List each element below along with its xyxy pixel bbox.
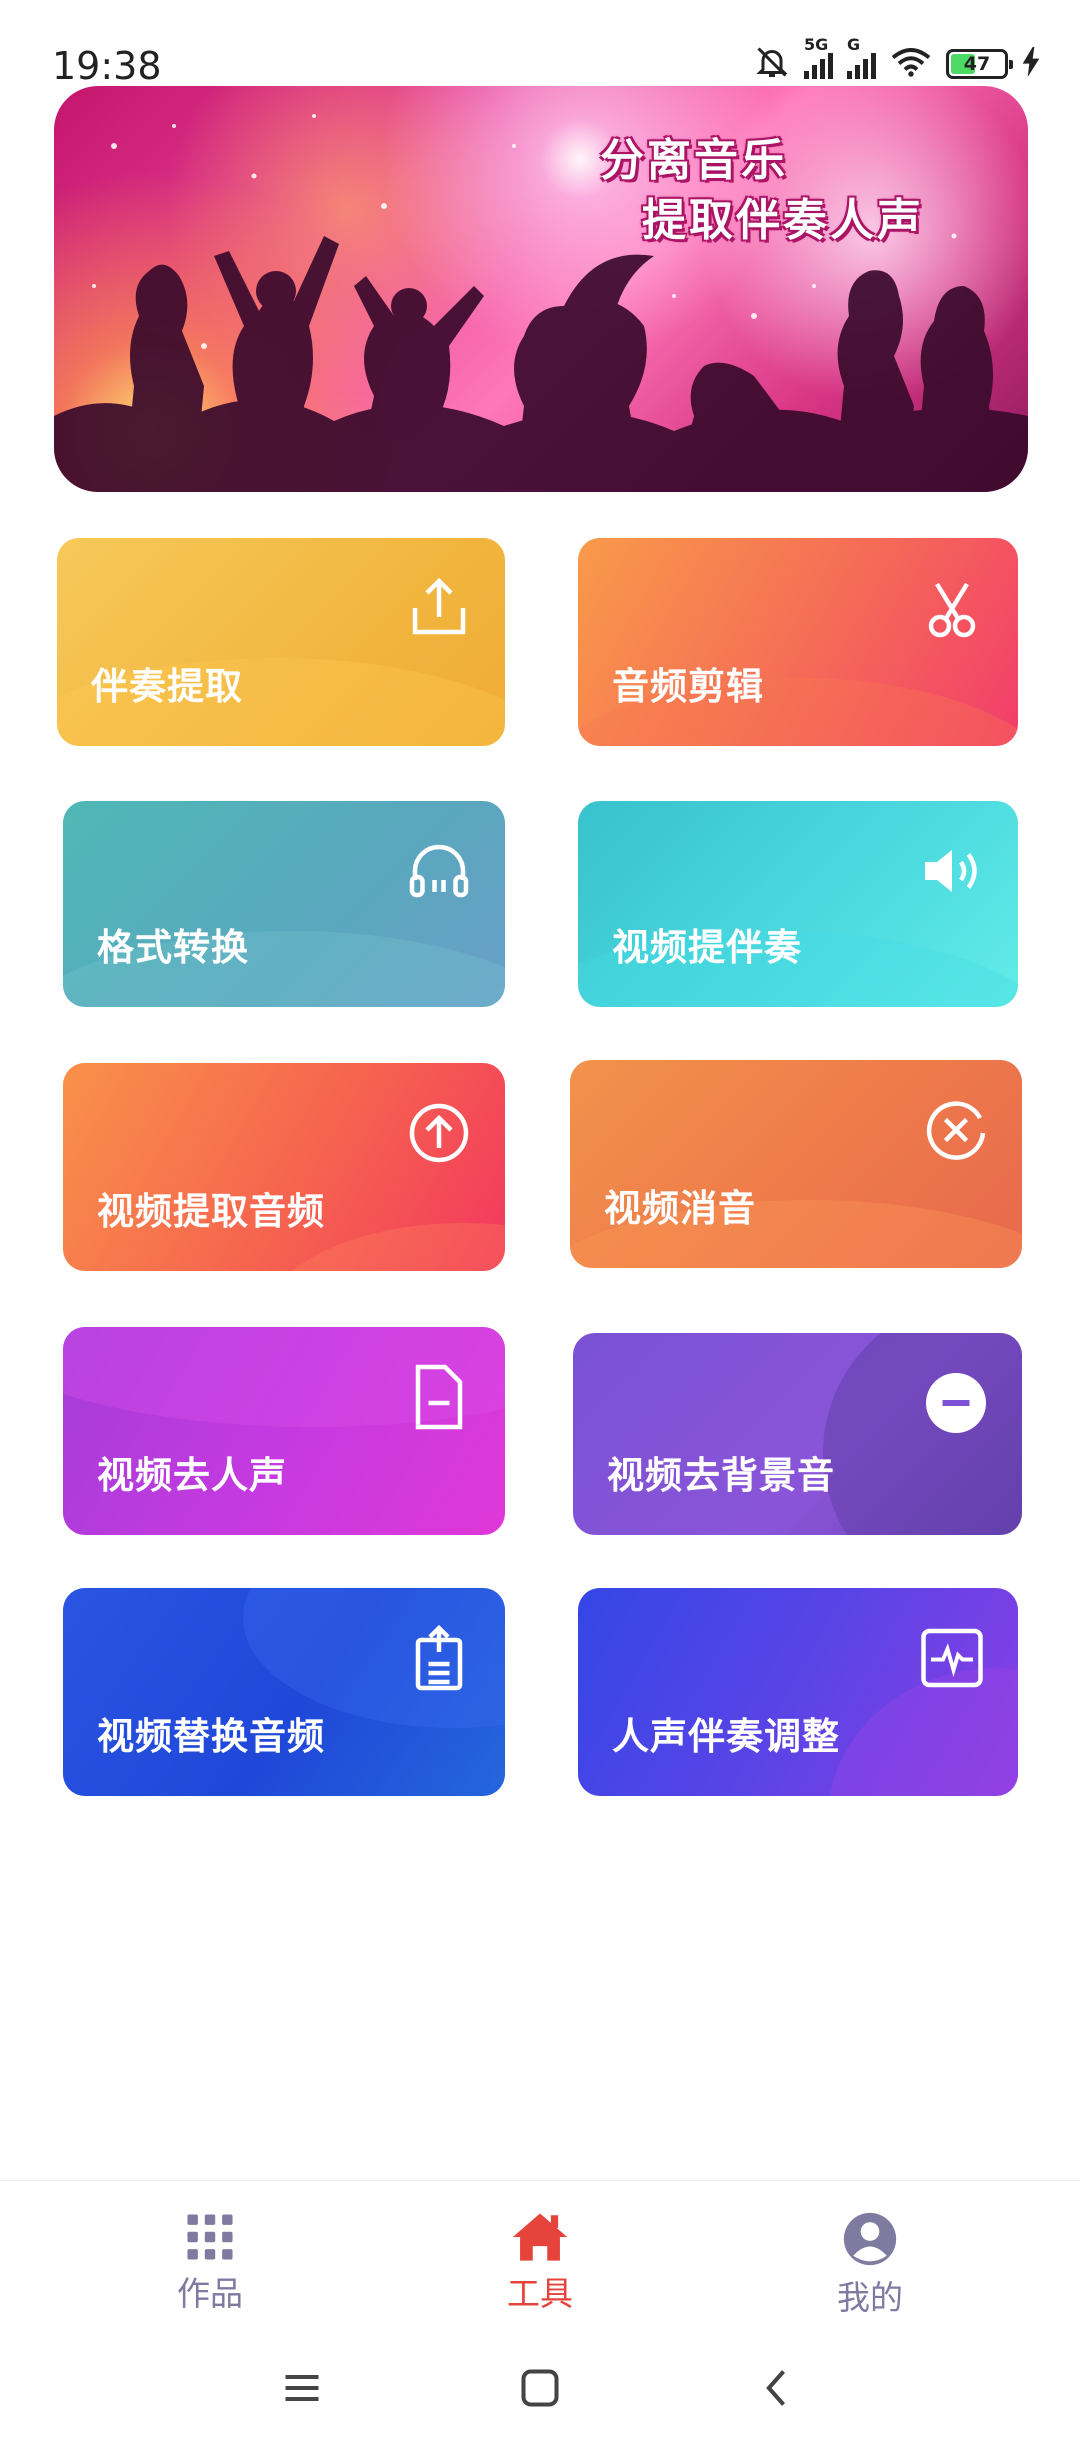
upload-icon [403, 572, 475, 644]
promo-banner[interactable]: 分离音乐 提取伴奏人声 [54, 86, 1028, 492]
waveform-icon [916, 1622, 988, 1694]
battery-icon: 47 [946, 49, 1013, 79]
tool-card-vocal-accompaniment-adjust[interactable]: 人声伴奏调整 [578, 1588, 1018, 1796]
nav-item-tools[interactable]: 工具 [440, 2211, 640, 2315]
tool-card-video-remove-vocals[interactable]: 视频去人声 [63, 1327, 505, 1535]
nav-item-works[interactable]: 作品 [110, 2211, 310, 2315]
headphones-icon [403, 835, 475, 907]
clipboard-export-icon [403, 1622, 475, 1694]
nav-label-tools: 工具 [507, 2274, 573, 2313]
tool-card-format-convert[interactable]: 格式转换 [63, 801, 505, 1007]
menu-icon[interactable] [280, 2366, 324, 2414]
tool-card-audio-edit[interactable]: 音频剪辑 [578, 538, 1018, 746]
tool-card-accompaniment-extract[interactable]: 伴奏提取 [57, 538, 505, 746]
cell-signal-2-icon: G [847, 35, 876, 79]
tool-label: 人声伴奏调整 [612, 1715, 840, 1758]
tool-card-video-accompaniment[interactable]: 视频提伴奏 [578, 801, 1018, 1007]
status-icons: 5G G 47 [754, 35, 1040, 84]
nav-item-mine[interactable]: 我的 [770, 2211, 970, 2319]
status-time: 19:38 [52, 44, 162, 88]
banner-dancers-illustration [54, 114, 1028, 492]
nav-label-mine: 我的 [837, 2278, 903, 2317]
tool-label: 视频提取音频 [97, 1190, 325, 1233]
tool-label: 视频去人声 [97, 1454, 287, 1497]
tool-label: 视频消音 [604, 1187, 756, 1230]
wifi-icon [890, 46, 932, 82]
speaker-icon [916, 835, 988, 907]
tool-card-video-remove-bgm[interactable]: 视频去背景音 [573, 1333, 1022, 1535]
arrow-up-circle-icon [403, 1097, 475, 1169]
tool-label: 伴奏提取 [91, 665, 243, 708]
file-minus-icon [403, 1361, 475, 1433]
bottom-navigation: 作品 工具 我的 [0, 2180, 1080, 2331]
network-type-1: 5G [804, 35, 829, 54]
minus-circle-icon [920, 1367, 992, 1439]
back-icon[interactable] [756, 2366, 800, 2414]
close-circle-icon [920, 1094, 992, 1166]
battery-percent: 47 [963, 53, 991, 75]
tool-label: 视频去背景音 [607, 1454, 835, 1497]
tool-label: 视频替换音频 [97, 1715, 325, 1758]
banner-title-line2: 提取伴奏人声 [642, 195, 924, 246]
tool-card-video-replace-audio[interactable]: 视频替换音频 [63, 1588, 505, 1796]
grid-icon [110, 2211, 310, 2263]
tool-label: 格式转换 [97, 926, 249, 969]
user-icon [770, 2211, 970, 2267]
home-square-icon[interactable] [518, 2366, 562, 2414]
network-type-2: G [847, 35, 861, 54]
home-icon [440, 2211, 640, 2263]
tool-label: 视频提伴奏 [612, 926, 802, 969]
nav-label-works: 作品 [177, 2274, 243, 2313]
scissors-icon [916, 572, 988, 644]
tool-card-video-extract-audio[interactable]: 视频提取音频 [63, 1063, 505, 1271]
cell-signal-1-icon: 5G [804, 35, 833, 79]
status-bar: 19:38 5G G 47 [0, 0, 1080, 90]
charging-bolt-icon [1022, 47, 1040, 81]
tool-label: 音频剪辑 [612, 665, 764, 708]
system-navigation-bar [0, 2330, 1080, 2460]
tool-card-video-mute[interactable]: 视频消音 [570, 1060, 1022, 1268]
mute-bell-icon [754, 44, 790, 84]
banner-title-line1: 分离音乐 [600, 135, 788, 186]
